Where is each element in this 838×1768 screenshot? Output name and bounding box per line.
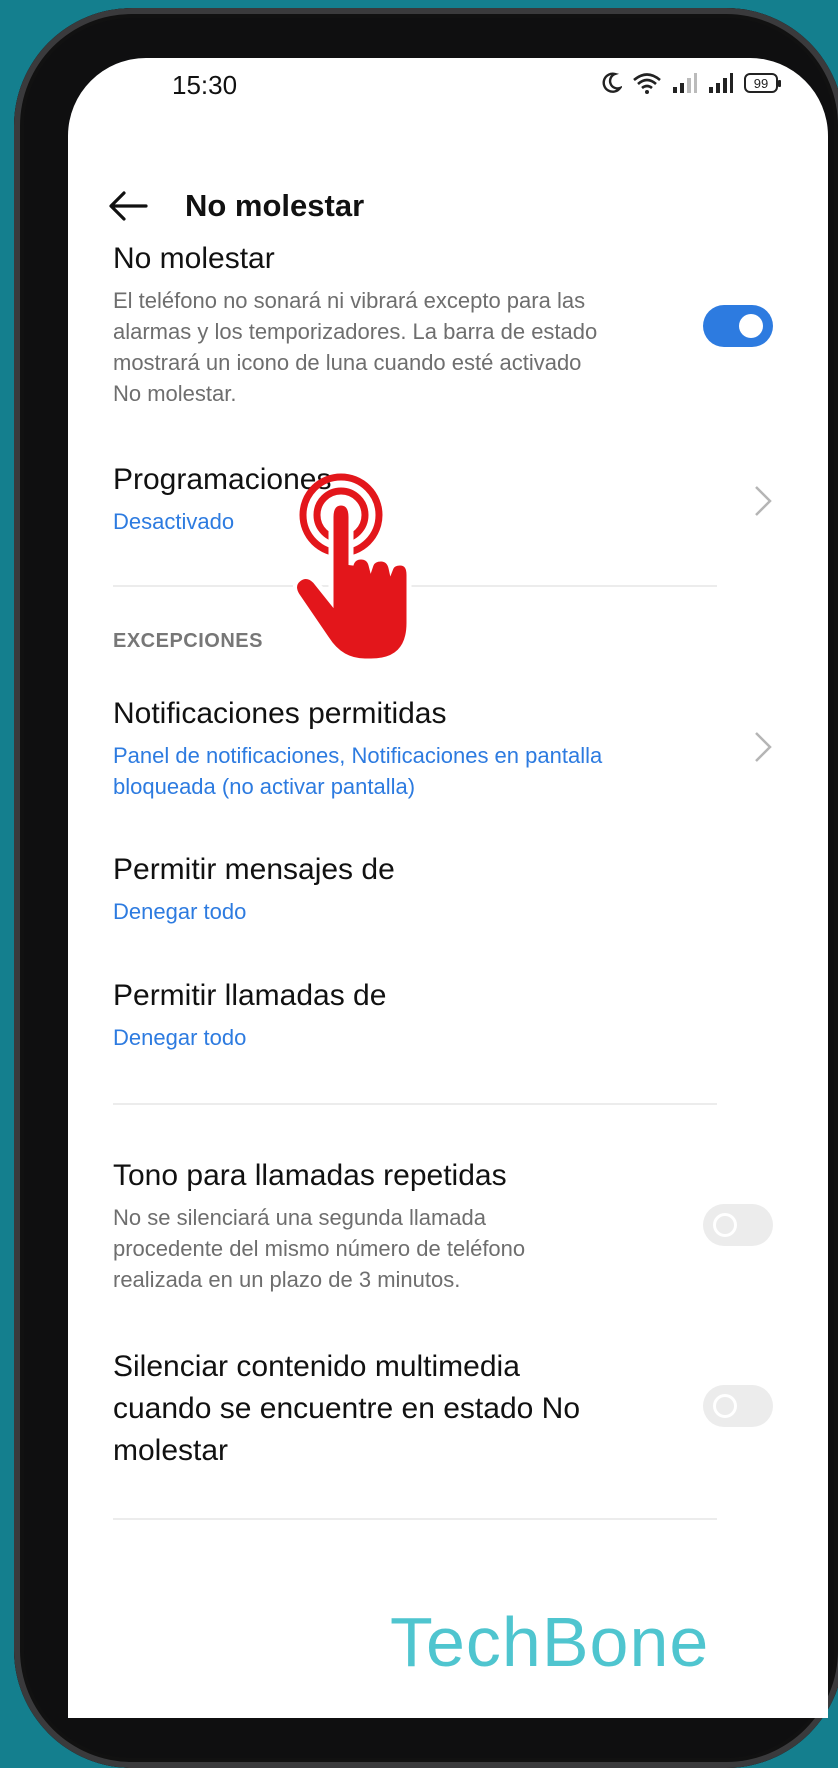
allow-messages-value: Denegar todo xyxy=(113,899,247,924)
status-bar: 15:30 99 xyxy=(68,58,828,128)
toggle-knob xyxy=(713,1213,737,1237)
signal-icon xyxy=(673,73,697,93)
repeat-calls-description: No se silenciará una segunda llamada pro… xyxy=(113,1205,526,1292)
schedules-title: Programaciones xyxy=(113,463,332,496)
tap-hand-icon xyxy=(293,473,412,663)
allow-messages-item[interactable]: Permitir mensajes de Denegar todo xyxy=(113,852,773,927)
toggle-knob xyxy=(713,1394,737,1418)
signal-icon xyxy=(709,73,733,93)
chevron-right-icon xyxy=(755,732,772,762)
screen: 15:30 99 No molestar No molestar El telé… xyxy=(68,58,828,1718)
dnd-description: El teléfono no sonará ni vibrará excepto… xyxy=(113,288,598,406)
battery-level: 99 xyxy=(753,75,769,91)
schedules-value: Desactivado xyxy=(113,509,235,534)
repeat-calls-title: Tono para llamadas repetidas xyxy=(113,1159,507,1192)
phone-frame: 15:30 99 No molestar No molestar El telé… xyxy=(14,8,838,1768)
allow-calls-value: Denegar todo xyxy=(113,1025,247,1050)
moon-icon xyxy=(602,72,622,93)
allow-calls-title: Permitir llamadas de xyxy=(113,979,387,1012)
schedules-item[interactable]: Programaciones Desactivado xyxy=(113,462,773,537)
dnd-title: No molestar xyxy=(113,242,275,275)
back-arrow-icon[interactable] xyxy=(106,186,150,226)
mute-media-title: Silenciar contenido multimedia cuando se… xyxy=(113,1350,581,1467)
toggle-knob xyxy=(739,314,763,338)
repeat-calls-toggle[interactable] xyxy=(703,1204,773,1246)
watermark-techbone: TechBone xyxy=(390,1603,710,1681)
status-icons: 99 xyxy=(602,72,781,94)
allowed-notifications-item[interactable]: Notificaciones permitidas Panel de notif… xyxy=(113,696,773,802)
allowed-notifications-value: Panel de notificaciones, Notificaciones … xyxy=(113,743,603,799)
status-time: 15:30 xyxy=(172,70,238,100)
dnd-toggle[interactable] xyxy=(703,305,773,347)
mute-media-toggle[interactable] xyxy=(703,1385,773,1427)
allowed-notifications-title: Notificaciones permitidas xyxy=(113,697,447,730)
battery-icon: 99 xyxy=(744,73,781,93)
page-title: No molestar xyxy=(185,188,365,223)
header: No molestar xyxy=(68,168,828,248)
wifi-icon xyxy=(633,73,661,94)
allow-messages-title: Permitir mensajes de xyxy=(113,853,395,886)
mute-media-setting[interactable]: Silenciar contenido multimedia cuando se… xyxy=(113,1346,773,1472)
repeat-calls-setting[interactable]: Tono para llamadas repetidas No se silen… xyxy=(113,1158,773,1295)
divider xyxy=(113,1518,717,1520)
allow-calls-item[interactable]: Permitir llamadas de Denegar todo xyxy=(113,978,773,1053)
dnd-setting[interactable]: No molestar El teléfono no sonará ni vib… xyxy=(113,241,773,409)
chevron-right-icon xyxy=(755,486,772,516)
divider xyxy=(113,1103,717,1105)
exceptions-section-label: EXCEPCIONES xyxy=(113,630,263,652)
